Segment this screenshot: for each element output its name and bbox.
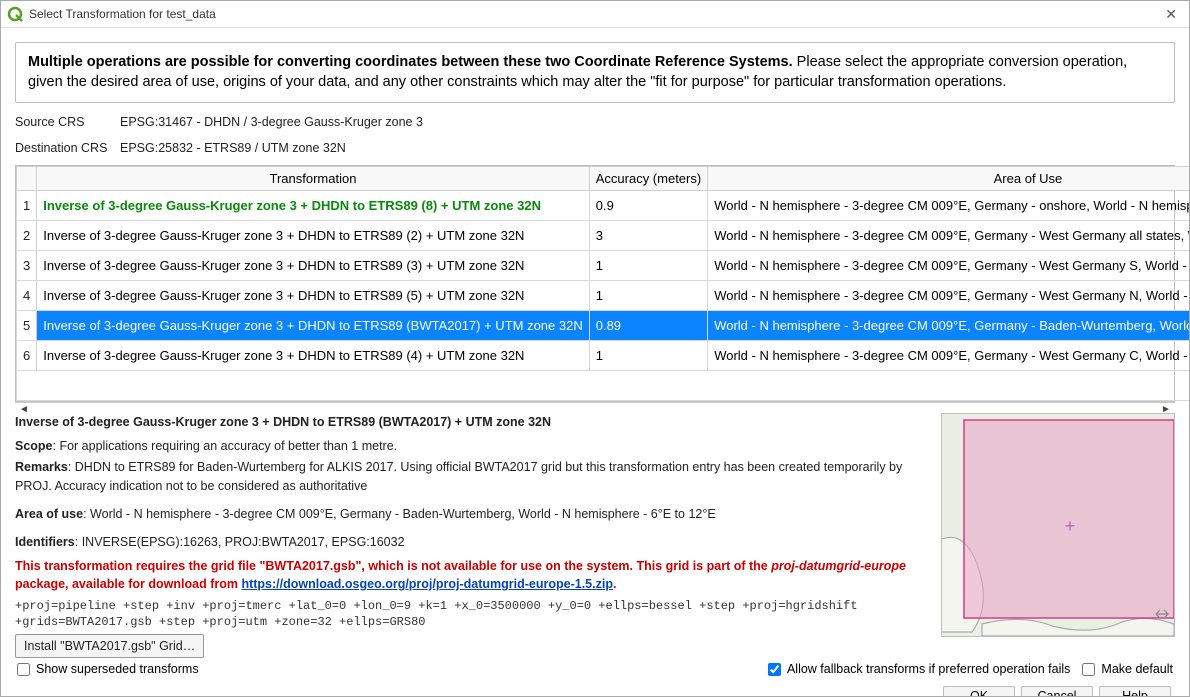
scroll-left-icon[interactable]: ◄ — [16, 402, 32, 416]
row-number: 6 — [17, 341, 37, 371]
cell-transformation: Inverse of 3-degree Gauss-Kruger zone 3 … — [37, 311, 590, 341]
remarks-label: Remarks — [15, 460, 68, 474]
cell-accuracy: 1 — [589, 281, 707, 311]
details-text: Inverse of 3-degree Gauss-Kruger zone 3 … — [15, 413, 933, 658]
cell-accuracy: 1 — [589, 251, 707, 281]
close-icon[interactable]: ✕ — [1159, 6, 1183, 23]
warn-text-1: This transformation requires the grid fi… — [15, 559, 771, 573]
table-row[interactable]: 4Inverse of 3-degree Gauss-Kruger zone 3… — [17, 281, 1190, 311]
ok-button[interactable]: OK — [943, 686, 1015, 696]
cell-transformation: Inverse of 3-degree Gauss-Kruger zone 3 … — [37, 281, 590, 311]
dest-crs-label: Destination CRS — [15, 141, 120, 155]
footer-options: Show superseded transforms Allow fallbac… — [9, 658, 1181, 680]
proj-string: +proj=pipeline +step +inv +proj=tmerc +l… — [15, 599, 933, 630]
cell-transformation: Inverse of 3-degree Gauss-Kruger zone 3 … — [37, 191, 590, 221]
warn-package: proj-datumgrid-europe — [771, 559, 906, 573]
area-of-use-map[interactable]: + — [941, 413, 1175, 637]
idents-label: Identifiers — [15, 535, 75, 549]
cell-accuracy: 0.9 — [589, 191, 707, 221]
cell-transformation: Inverse of 3-degree Gauss-Kruger zone 3 … — [37, 221, 590, 251]
dest-crs-row: Destination CRS EPSG:25832 - ETRS89 / UT… — [15, 141, 1175, 155]
install-grid-button[interactable]: Install "BWTA2017.gsb" Grid… — [15, 634, 204, 658]
col-accuracy[interactable]: Accuracy (meters) — [589, 167, 707, 191]
table-row[interactable]: 2Inverse of 3-degree Gauss-Kruger zone 3… — [17, 221, 1190, 251]
dialog-content: Multiple operations are possible for con… — [1, 28, 1189, 696]
details-area: Inverse of 3-degree Gauss-Kruger zone 3 … — [15, 413, 1175, 658]
cell-area: World - N hemisphere - 3-degree CM 009°E… — [708, 311, 1189, 341]
cell-transformation: Inverse of 3-degree Gauss-Kruger zone 3 … — [37, 251, 590, 281]
table-row[interactable]: 1Inverse of 3-degree Gauss-Kruger zone 3… — [17, 191, 1190, 221]
svg-text:+: + — [1065, 516, 1076, 536]
cell-area: World - N hemisphere - 3-degree CM 009°E… — [708, 281, 1189, 311]
cell-transformation: Inverse of 3-degree Gauss-Kruger zone 3 … — [37, 341, 590, 371]
show-superseded-checkbox[interactable]: Show superseded transforms — [17, 662, 199, 676]
table-row[interactable]: 5Inverse of 3-degree Gauss-Kruger zone 3… — [17, 311, 1190, 341]
cell-area: World - N hemisphere - 3-degree CM 009°E… — [708, 341, 1189, 371]
allow-fallback-checkbox[interactable]: Allow fallback transforms if preferred o… — [768, 662, 1070, 676]
table-hscrollbar[interactable]: ◄ ► — [15, 402, 1175, 403]
cell-area: World - N hemisphere - 3-degree CM 009°E… — [708, 251, 1189, 281]
warn-text-3: . — [613, 577, 616, 591]
row-number: 4 — [17, 281, 37, 311]
cell-accuracy: 1 — [589, 341, 707, 371]
source-crs-value: EPSG:31467 - DHDN / 3-degree Gauss-Kruge… — [120, 115, 423, 129]
source-crs-label: Source CRS — [15, 115, 120, 129]
col-area[interactable]: Area of Use — [708, 167, 1189, 191]
remarks-value: : DHDN to ETRS89 for Baden-Wurtemberg fo… — [15, 460, 902, 492]
source-crs-row: Source CRS EPSG:31467 - DHDN / 3-degree … — [15, 115, 1175, 129]
make-default-input[interactable] — [1082, 663, 1095, 676]
dialog-window: Select Transformation for test_data ✕ Mu… — [0, 0, 1190, 697]
details-heading: Inverse of 3-degree Gauss-Kruger zone 3 … — [15, 413, 933, 431]
transformation-table[interactable]: Transformation Accuracy (meters) Area of… — [16, 166, 1189, 401]
titlebar: Select Transformation for test_data ✕ — [1, 1, 1189, 28]
area-label: Area of use — [15, 507, 83, 521]
row-number: 5 — [17, 311, 37, 341]
row-number: 1 — [17, 191, 37, 221]
warn-link[interactable]: https://download.osgeo.org/proj/proj-dat… — [241, 577, 613, 591]
scope-value: : For applications requiring an accuracy… — [53, 439, 398, 453]
make-default-label: Make default — [1101, 662, 1173, 676]
dialog-buttons: OK Cancel Help — [9, 680, 1181, 696]
grid-warning: This transformation requires the grid fi… — [15, 557, 933, 593]
scope-label: Scope — [15, 439, 53, 453]
cell-area: World - N hemisphere - 3-degree CM 009°E… — [708, 191, 1189, 221]
window-title: Select Transformation for test_data — [29, 7, 1159, 21]
warn-text-2: package, available for download from — [15, 577, 241, 591]
allow-fallback-label: Allow fallback transforms if preferred o… — [787, 662, 1070, 676]
allow-fallback-input[interactable] — [768, 663, 781, 676]
table-row[interactable]: 3Inverse of 3-degree Gauss-Kruger zone 3… — [17, 251, 1190, 281]
cell-accuracy: 3 — [589, 221, 707, 251]
row-number: 3 — [17, 251, 37, 281]
table-spacer — [17, 371, 1190, 401]
table-row[interactable]: 6Inverse of 3-degree Gauss-Kruger zone 3… — [17, 341, 1190, 371]
transformation-table-wrap: Transformation Accuracy (meters) Area of… — [15, 165, 1175, 402]
cell-area: World - N hemisphere - 3-degree CM 009°E… — [708, 221, 1189, 251]
row-number: 2 — [17, 221, 37, 251]
col-transformation[interactable]: Transformation — [37, 167, 590, 191]
make-default-checkbox[interactable]: Make default — [1082, 662, 1173, 676]
qgis-icon — [7, 6, 23, 22]
area-value: : World - N hemisphere - 3-degree CM 009… — [83, 507, 716, 521]
show-superseded-label: Show superseded transforms — [36, 662, 199, 676]
idents-value: : INVERSE(EPSG):16263, PROJ:BWTA2017, EP… — [75, 535, 405, 549]
show-superseded-input[interactable] — [17, 663, 30, 676]
info-banner: Multiple operations are possible for con… — [15, 42, 1175, 103]
rownum-header — [17, 167, 37, 191]
info-bold: Multiple operations are possible for con… — [28, 54, 793, 70]
help-button[interactable]: Help — [1099, 686, 1171, 696]
dest-crs-value: EPSG:25832 - ETRS89 / UTM zone 32N — [120, 141, 346, 155]
cell-accuracy: 0.89 — [589, 311, 707, 341]
cancel-button[interactable]: Cancel — [1021, 686, 1093, 696]
